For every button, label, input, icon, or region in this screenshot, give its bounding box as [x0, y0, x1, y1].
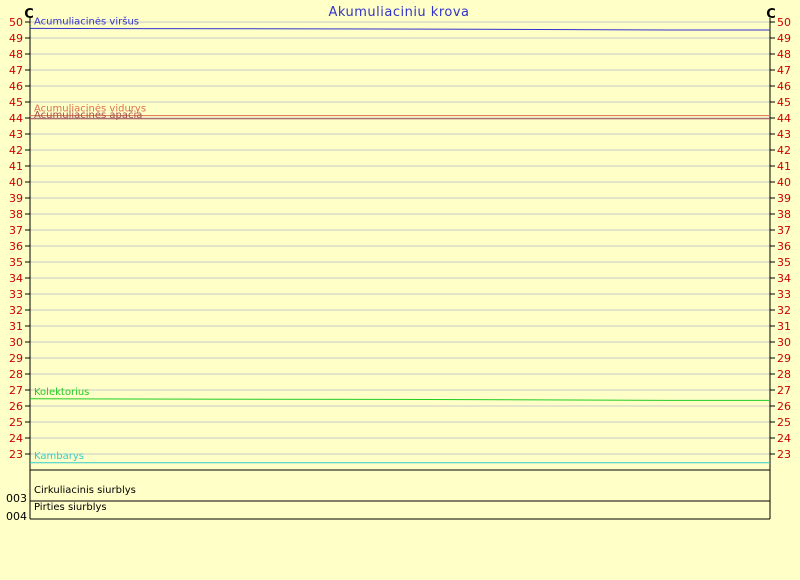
digital-label: Pirties siurblys [34, 502, 107, 513]
unit-label-right: C [766, 7, 776, 22]
y-tick-label-left: 44 [9, 112, 23, 125]
y-tick-label-right: 32 [777, 304, 791, 317]
y-tick-label-left: 29 [9, 352, 23, 365]
y-tick-label-right: 41 [777, 160, 791, 173]
y-tick-label-left: 45 [9, 96, 23, 109]
y-tick-label-right: 40 [777, 176, 791, 189]
series-label: Acumuliacinės apačia [34, 109, 142, 121]
y-tick-label-right: 37 [777, 224, 791, 237]
y-tick-label-left: 32 [9, 304, 23, 317]
chart-canvas: 23 24 25 26 27 28 29 30 31 32 33 34 35 36 37 38 39 40 41 42… [0, 0, 800, 580]
series-label: Kambarys [34, 451, 84, 462]
y-tick-label-right: 47 [777, 64, 791, 77]
y-tick-label-right: 44 [777, 112, 791, 125]
y-tick-label-left: 33 [9, 288, 23, 301]
y-tick-label-right: 28 [777, 368, 791, 381]
series-label: Acumuliacinės viršus [34, 15, 139, 27]
digital-tick-label: 003 [6, 492, 27, 505]
y-tick-label-left: 30 [9, 336, 23, 349]
y-tick-label-right: 23 [777, 448, 791, 461]
y-tick-label-left: 42 [9, 144, 23, 157]
y-tick-label-left: 36 [9, 240, 23, 253]
y-tick-label-right: 24 [777, 432, 791, 445]
y-tick-label-right: 39 [777, 192, 791, 205]
y-tick-label-left: 39 [9, 192, 23, 205]
y-tick-label-left: 27 [9, 384, 23, 397]
y-tick-label-left: 48 [9, 48, 23, 61]
y-tick-label-right: 33 [777, 288, 791, 301]
y-tick-label-left: 49 [9, 32, 23, 45]
y-tick-label-right: 25 [777, 416, 791, 429]
y-tick-label-left: 37 [9, 224, 23, 237]
y-tick-label-left: 47 [9, 64, 23, 77]
y-tick-label-left: 31 [9, 320, 23, 333]
y-tick-label-left: 38 [9, 208, 23, 221]
y-tick-label-left: 41 [9, 160, 23, 173]
y-tick-label-right: 45 [777, 96, 791, 109]
series-label: Kolektorius [34, 387, 89, 398]
digital-tick-label: 004 [6, 510, 27, 523]
y-tick-label-right: 34 [777, 272, 791, 285]
y-tick-label-right: 38 [777, 208, 791, 221]
unit-label-left: C [24, 7, 34, 22]
y-tick-label-left: 25 [9, 416, 23, 429]
y-tick-label-right: 26 [777, 400, 791, 413]
y-tick-label-left: 46 [9, 80, 23, 93]
y-tick-label-left: 34 [9, 272, 23, 285]
y-tick-label-right: 27 [777, 384, 791, 397]
y-tick-label-right: 30 [777, 336, 791, 349]
y-tick-label-left: 26 [9, 400, 23, 413]
y-tick-label-right: 29 [777, 352, 791, 365]
y-tick-label-left: 24 [9, 432, 23, 445]
y-tick-label-right: 31 [777, 320, 791, 333]
chart-title: Akumuliaciniu krova [328, 5, 469, 20]
y-tick-label-right: 48 [777, 48, 791, 61]
y-tick-label-left: 43 [9, 128, 23, 141]
y-tick-label-left: 40 [9, 176, 23, 189]
y-tick-label-right: 35 [777, 256, 791, 269]
y-tick-label-right: 43 [777, 128, 791, 141]
y-tick-label-right: 36 [777, 240, 791, 253]
y-tick-label-right: 49 [777, 32, 791, 45]
y-tick-label-right: 50 [777, 16, 791, 29]
digital-label: Cirkuliacinis siurblys [34, 485, 136, 496]
y-tick-label-right: 46 [777, 80, 791, 93]
y-tick-label-left: 28 [9, 368, 23, 381]
y-tick-label-left: 50 [9, 16, 23, 29]
y-tick-label-left: 23 [9, 448, 23, 461]
y-tick-label-left: 35 [9, 256, 23, 269]
y-tick-label-right: 42 [777, 144, 791, 157]
